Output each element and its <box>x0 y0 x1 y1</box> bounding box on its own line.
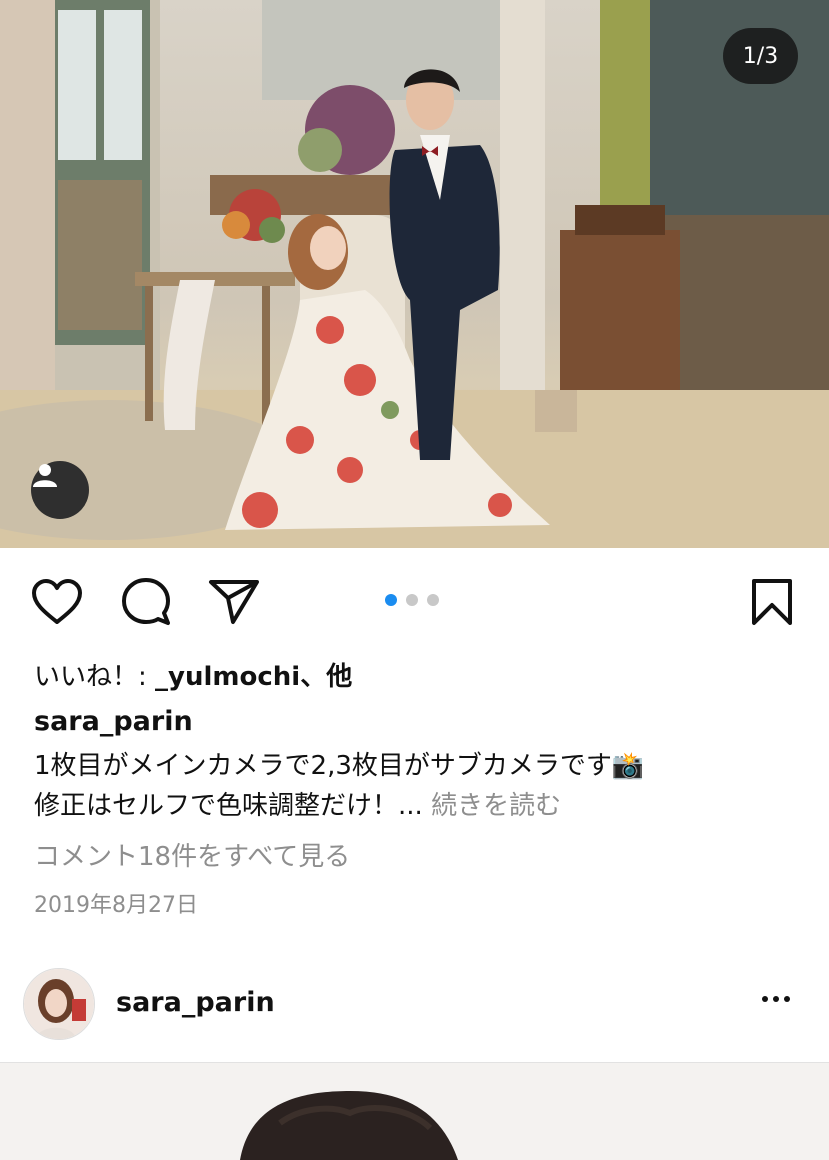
bookmark-icon <box>752 579 792 625</box>
carousel-indicator <box>385 594 439 606</box>
likes-user-link[interactable]: _yulmochi <box>155 662 300 692</box>
next-post-photo[interactable] <box>0 1063 829 1160</box>
photo-illustration <box>0 0 829 548</box>
post-date: 2019年8月27日 <box>34 893 198 918</box>
likes-others-link[interactable]: 、他 <box>300 662 352 692</box>
carousel-dot <box>427 594 439 606</box>
comment-icon <box>122 578 170 625</box>
likes-prefix: いいね！: <box>34 662 156 692</box>
user-tag-button[interactable] <box>31 461 89 519</box>
carousel-dot <box>385 594 397 606</box>
read-more-link[interactable]: 続きを読む <box>431 791 561 821</box>
avatar[interactable] <box>23 968 95 1040</box>
like-button[interactable] <box>31 576 83 628</box>
caption-line-2: 修正はセルフで色味調整だけ！... 続きを読む <box>34 785 561 822</box>
more-icon[interactable] <box>762 996 790 1002</box>
next-photo-illustration <box>240 1091 458 1160</box>
view-comments-link[interactable]: コメント18件をすべて見る <box>34 836 350 873</box>
next-post-username[interactable]: sara_parin <box>116 987 275 1018</box>
user-tag-icon <box>33 464 57 487</box>
likes-line: いいね！: _yulmochi、他 <box>34 656 352 693</box>
heart-icon <box>32 579 82 624</box>
caption-line-1: 1枚目がメインカメラで2,3枚目がサブカメラです📸 <box>34 751 645 781</box>
image-counter: 1/3 <box>723 28 798 84</box>
avatar-image <box>24 969 94 1039</box>
post-photo[interactable]: 1/3 <box>0 0 829 548</box>
caption-username[interactable]: sara_parin <box>34 706 193 737</box>
carousel-dot <box>406 594 418 606</box>
caption-text: 修正はセルフで色味調整だけ！... <box>34 791 423 821</box>
save-button[interactable] <box>746 576 798 628</box>
share-button[interactable] <box>208 576 260 628</box>
send-icon <box>209 580 259 624</box>
comment-button[interactable] <box>120 576 172 628</box>
